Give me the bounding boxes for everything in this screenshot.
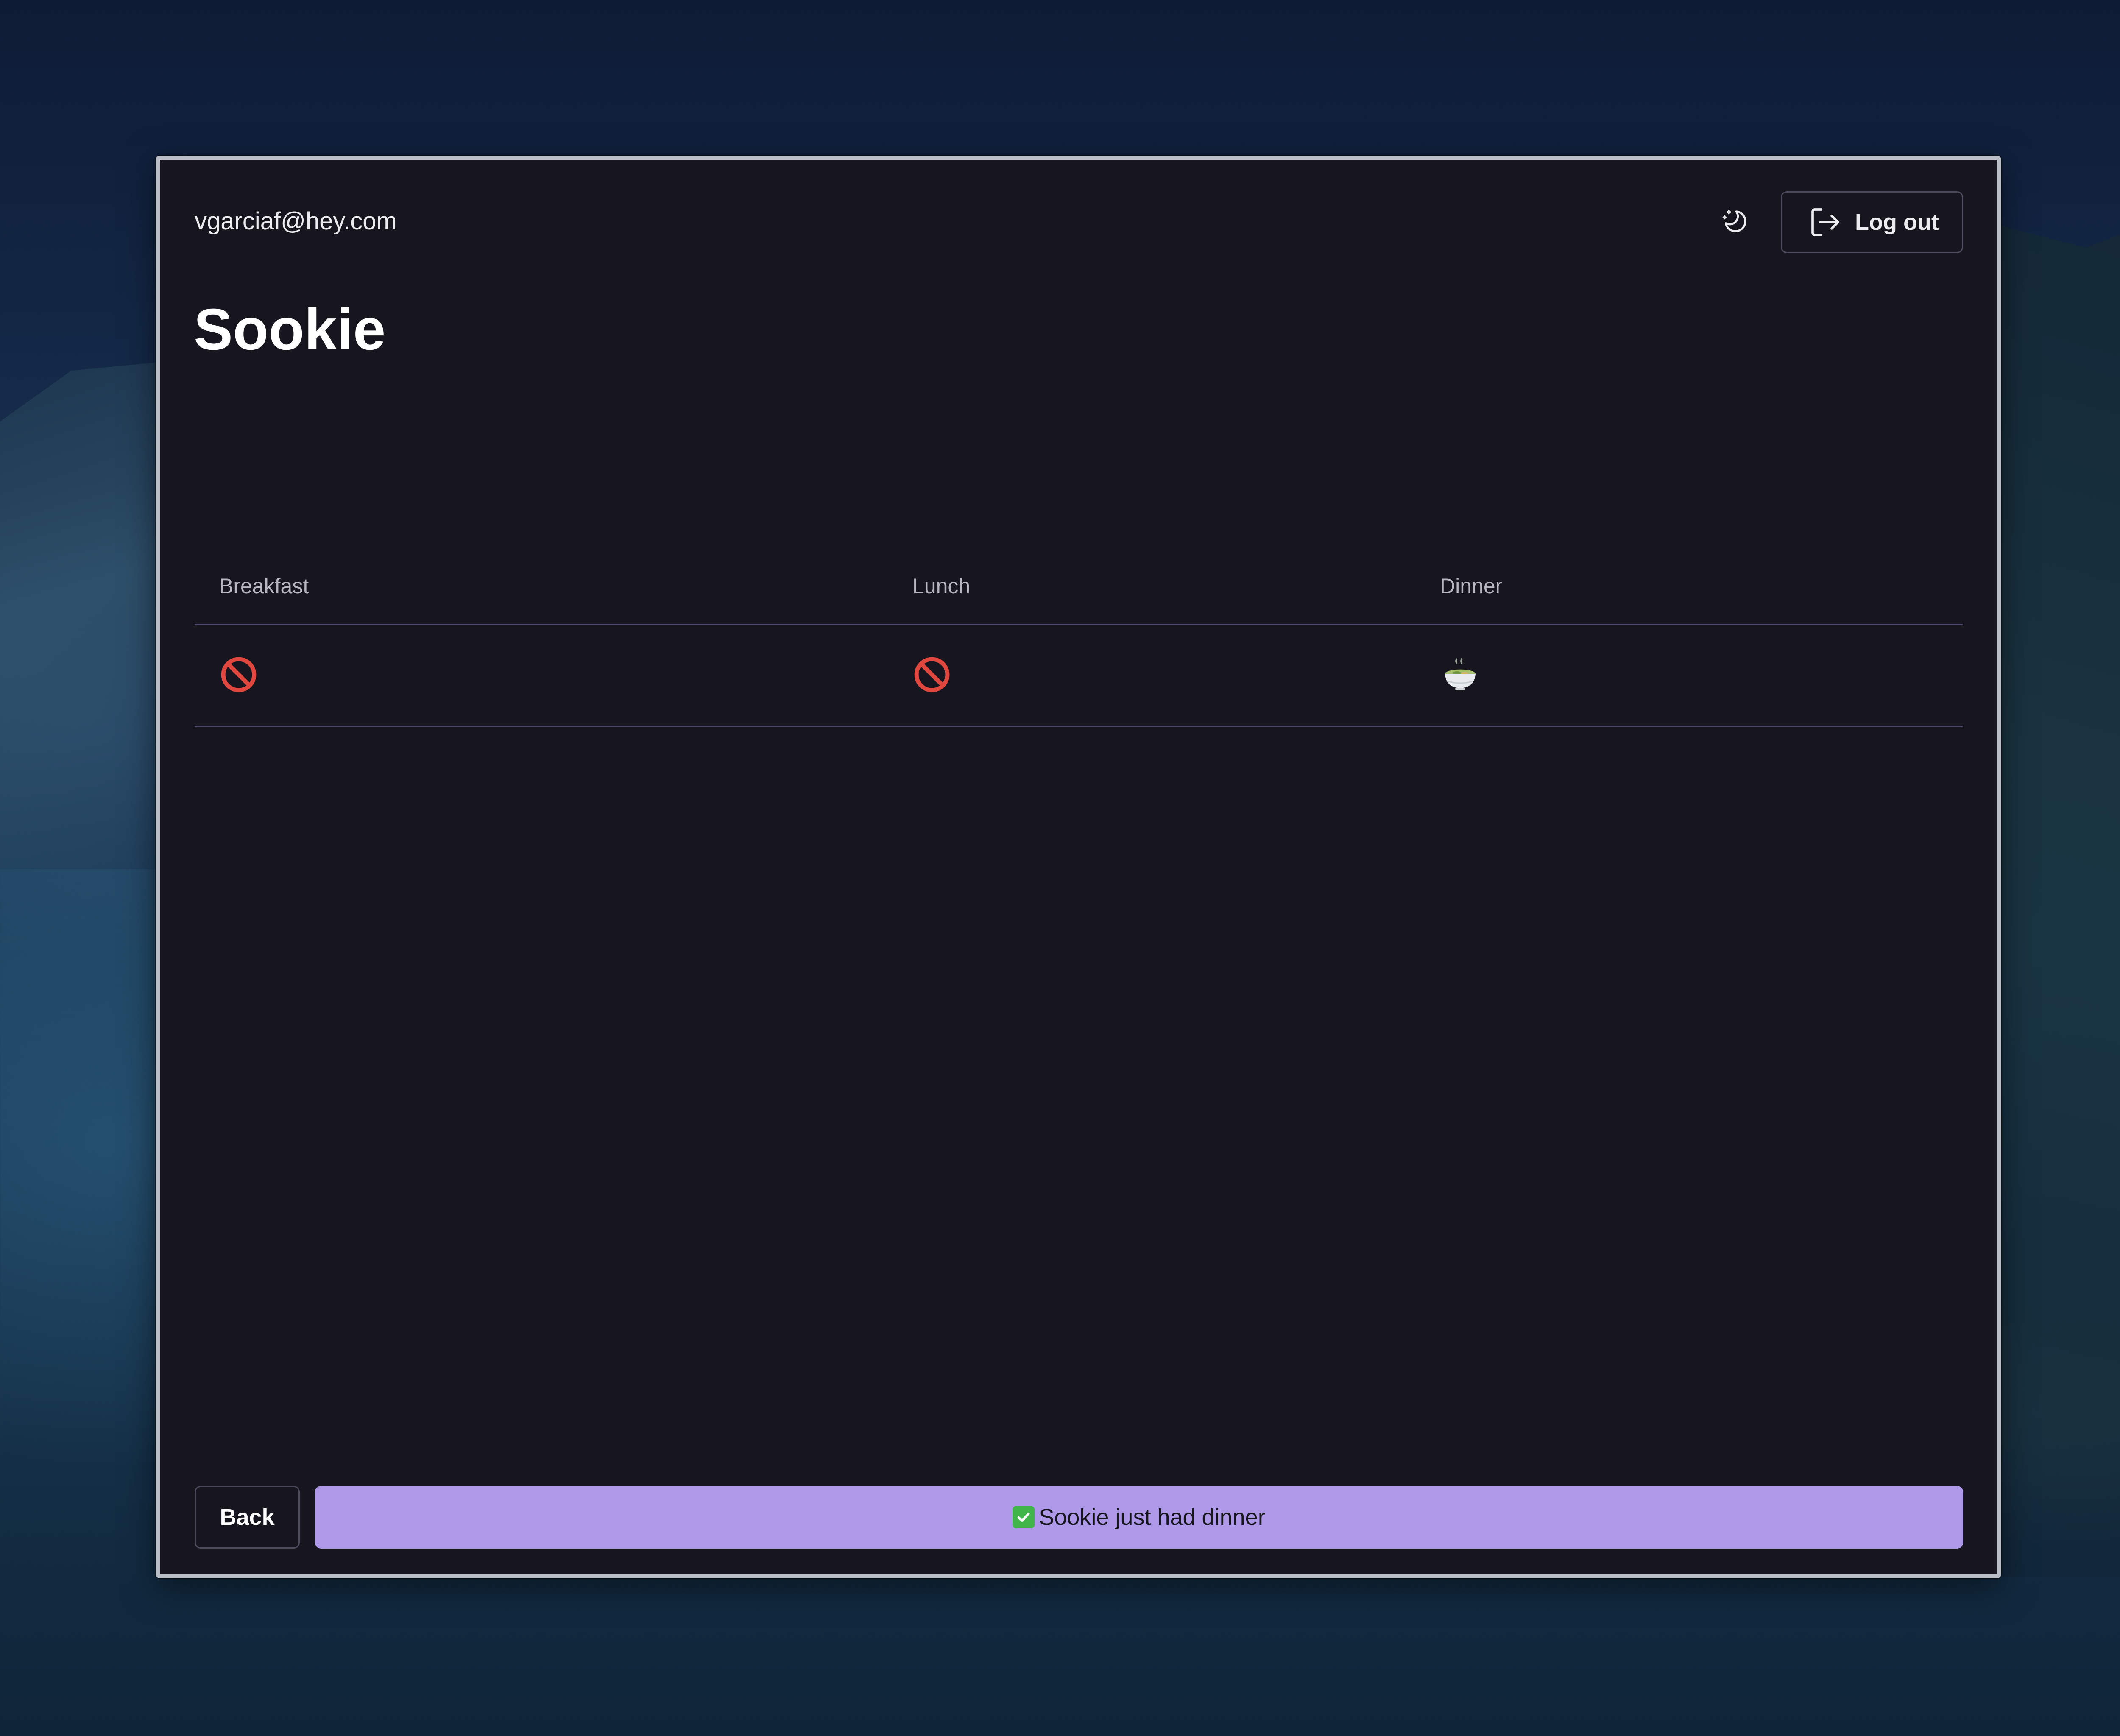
lunch-status-cell bbox=[912, 655, 955, 698]
theme-toggle-button[interactable] bbox=[1717, 203, 1753, 240]
logout-button[interactable]: Log out bbox=[1781, 191, 1963, 253]
wallpaper-mountain-left bbox=[0, 360, 178, 869]
page-title: Sookie bbox=[194, 297, 386, 362]
back-button-label: Back bbox=[220, 1504, 275, 1530]
food-bowl-icon bbox=[1445, 658, 1476, 690]
table-row bbox=[195, 625, 1963, 727]
app-window: vgarciaf@hey.com Log out Sookie Breakfas… bbox=[156, 156, 2001, 1578]
meals-table: Breakfast Lunch Dinner bbox=[195, 554, 1963, 727]
prohibited-icon bbox=[914, 657, 950, 692]
back-button[interactable]: Back bbox=[195, 1486, 300, 1549]
prohibited-icon bbox=[221, 657, 257, 692]
check-mark-icon bbox=[1013, 1506, 1035, 1528]
breakfast-status-cell bbox=[219, 655, 262, 698]
column-header-lunch: Lunch bbox=[912, 574, 971, 598]
logout-icon bbox=[1811, 208, 1839, 236]
user-email: vgarciaf@hey.com bbox=[195, 207, 397, 235]
dinner-status-cell bbox=[1440, 655, 1482, 698]
column-header-breakfast: Breakfast bbox=[219, 574, 309, 598]
mark-dinner-label: Sookie just had dinner bbox=[1039, 1504, 1266, 1530]
column-header-dinner: Dinner bbox=[1440, 574, 1503, 598]
moon-stars-icon bbox=[1722, 209, 1746, 232]
logout-label: Log out bbox=[1855, 209, 1939, 235]
table-header-row: Breakfast Lunch Dinner bbox=[195, 554, 1963, 625]
mark-dinner-button[interactable]: Sookie just had dinner bbox=[315, 1486, 1963, 1549]
